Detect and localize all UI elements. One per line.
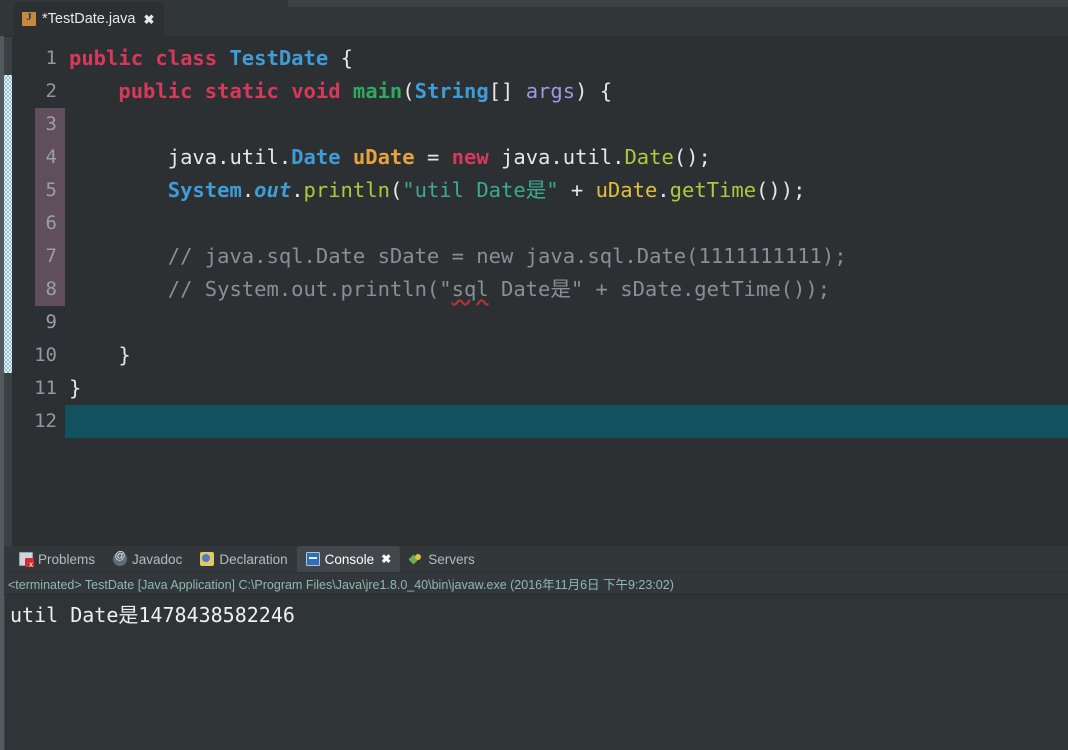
token-keyword: void	[291, 79, 341, 103]
token-method-invocation: println	[303, 178, 390, 202]
spellcheck-misspelled-word: sql	[451, 277, 489, 301]
code-line-7: // java.sql.Date sDate = new java.sql.Da…	[65, 240, 1068, 273]
line-number: 1	[45, 47, 57, 69]
code-line-5: System.out.println("util Date是" + uDate.…	[167, 178, 806, 202]
line-number: 6	[45, 212, 57, 234]
console-output-line: util Date是1478438582246	[10, 603, 295, 627]
java-file-icon	[22, 11, 36, 26]
token-package: java.util.	[167, 145, 292, 169]
token-parameter: args	[525, 79, 576, 103]
token-string: "util Date是"	[402, 178, 559, 202]
editor-tab-label: *TestDate.java	[42, 11, 136, 27]
token-type: System	[167, 178, 242, 202]
close-icon[interactable]: ✖	[144, 13, 155, 26]
token-local-variable: uDate	[352, 145, 415, 169]
line-number: 11	[34, 377, 57, 399]
editor-tab-testdate[interactable]: *TestDate.java ✖	[14, 2, 165, 36]
eclipse-window: *TestDate.java ✖ 1 2 3 4 5 6 7 8 9 10 11…	[0, 0, 1068, 750]
tab-console[interactable]: Console ✖	[296, 546, 401, 572]
problems-icon	[19, 552, 34, 569]
token-package: java.util.	[501, 145, 625, 169]
close-icon[interactable]: ✖	[381, 552, 391, 566]
line-number: 5	[45, 179, 57, 201]
token-comment: // java.sql.Date sDate = new java.sql.Da…	[167, 244, 847, 268]
token-type: String	[414, 79, 489, 103]
tab-label: Problems	[38, 551, 96, 567]
token-type: Date	[291, 145, 341, 169]
token-keyword: new	[451, 145, 489, 169]
tab-label: Console	[324, 551, 375, 567]
code-line-4: java.util.Date uDate = new java.util.Dat…	[167, 145, 711, 169]
window-top-edge	[288, 0, 1068, 7]
token-method-declaration: main	[352, 79, 403, 103]
line-number: 2	[45, 80, 57, 102]
token-method-invocation: getTime	[669, 178, 757, 202]
code-line-1: public class TestDate {	[65, 42, 1068, 75]
line-number: 10	[34, 344, 57, 366]
line-number: 4	[45, 146, 57, 168]
token-brace: }	[69, 376, 82, 400]
tab-servers[interactable]: Servers	[400, 546, 484, 572]
code-line-2: public static void main(String[] args) {	[118, 79, 613, 103]
token-comment: Date是" + sDate.getTime());	[488, 277, 831, 301]
console-output[interactable]: util Date是1478438582246	[0, 594, 1068, 750]
tab-label: Declaration	[219, 551, 288, 567]
line-number: 9	[45, 311, 57, 333]
line-number: 3	[45, 113, 57, 135]
token-constructor: Date	[624, 145, 674, 169]
tab-javadoc[interactable]: Javadoc	[104, 546, 191, 572]
change-bar	[3, 75, 12, 373]
token-local-variable: uDate	[595, 178, 658, 202]
line-number-gutter[interactable]: 1 2 3 4 5 6 7 8 9 10 11 12	[12, 37, 65, 546]
line-number: 7	[45, 245, 57, 267]
panel-tab-bar: Problems Javadoc Declaration Console ✖ S…	[0, 546, 1068, 572]
token-keyword: public	[69, 46, 144, 70]
token-comment: // System.out.println("	[167, 277, 452, 301]
token-keyword: static	[204, 79, 279, 103]
code-line-11: }	[65, 372, 1068, 405]
console-status-bar: <terminated> TestDate [Java Application]…	[0, 572, 1068, 594]
line-number: 12	[34, 410, 57, 432]
tab-label: Servers	[428, 551, 475, 567]
console-icon	[305, 552, 320, 566]
console-status-text: <terminated> TestDate [Java Application]…	[8, 578, 674, 592]
window-left-edge	[0, 36, 4, 750]
code-editor[interactable]: 1 2 3 4 5 6 7 8 9 10 11 12 public class …	[0, 36, 1068, 546]
line-number: 8	[45, 278, 57, 300]
tab-label: Javadoc	[132, 551, 183, 567]
bottom-panel: Problems Javadoc Declaration Console ✖ S…	[0, 546, 1068, 750]
token-keyword: class	[155, 46, 218, 70]
token-brace: }	[118, 343, 131, 367]
code-line-10: }	[65, 339, 1068, 372]
declaration-icon	[200, 552, 215, 566]
code-line-8: // System.out.println("sql Date是" + sDat…	[65, 273, 1068, 306]
code-canvas[interactable]: public class TestDate { public static vo…	[65, 37, 1068, 546]
javadoc-icon	[113, 550, 128, 566]
token-static-field: out	[254, 178, 292, 202]
token-keyword: public	[118, 79, 193, 103]
servers-icon	[409, 552, 423, 566]
tab-declaration[interactable]: Declaration	[191, 546, 296, 572]
token-type: TestDate	[229, 46, 329, 70]
tab-problems[interactable]: Problems	[10, 546, 104, 572]
token-brace: {	[340, 46, 353, 70]
